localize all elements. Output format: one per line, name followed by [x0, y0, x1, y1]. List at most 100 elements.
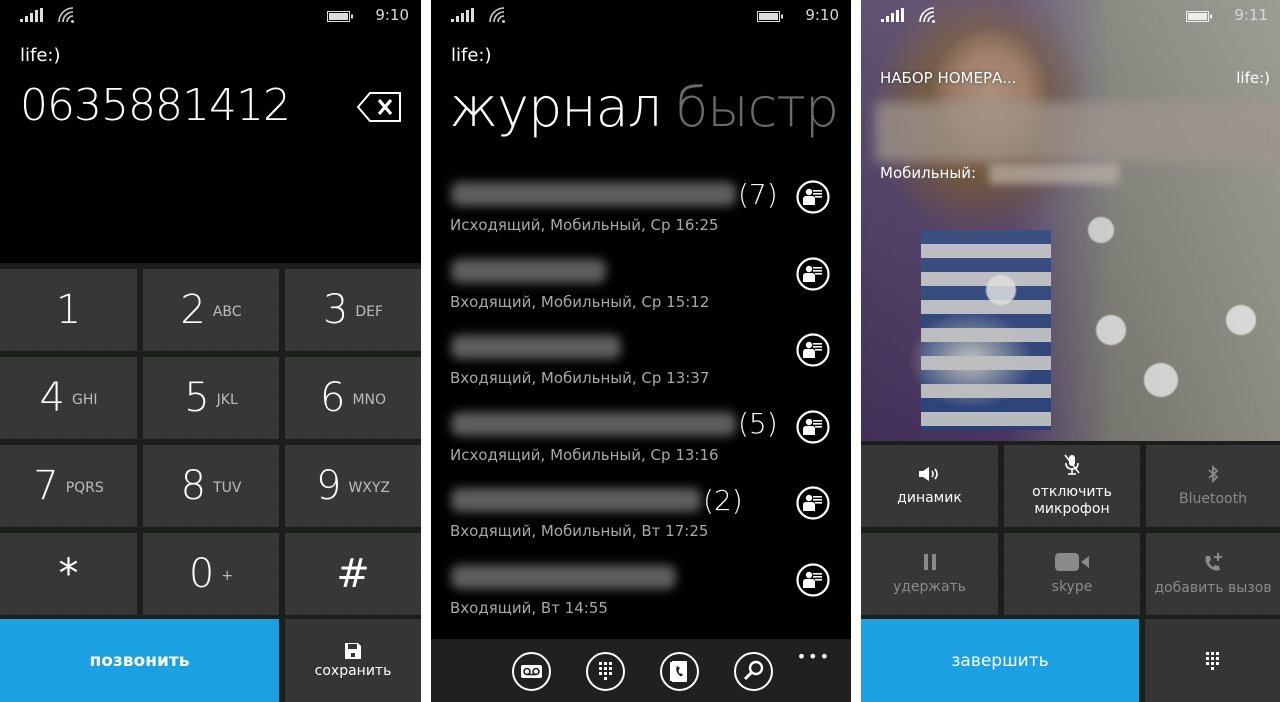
key-letters: DEF	[355, 304, 384, 320]
end-call-button[interactable]: завершить	[861, 619, 1139, 702]
key-letters: +	[221, 568, 234, 584]
save-button[interactable]: сохранить	[285, 619, 421, 702]
key-2[interactable]: 2 ABC	[143, 269, 279, 351]
call-log-entry[interactable]: (5) Исходящий, Мобильный, Ср 13:16	[431, 400, 851, 477]
blurred-name	[451, 258, 606, 283]
mute-mic-button[interactable]: отключить микрофон	[1004, 445, 1140, 527]
pause-button[interactable]: удержать	[861, 533, 998, 615]
add-call-icon	[1203, 552, 1223, 576]
call-state: НАБОР НОМЕРА...	[880, 69, 1017, 87]
backspace-icon[interactable]	[357, 92, 401, 122]
carrier-name: life:)	[451, 45, 492, 66]
speaker-button[interactable]: динамик	[861, 445, 998, 527]
call-count: (5)	[738, 407, 778, 440]
more-options-button[interactable]: •••	[797, 647, 831, 666]
call-log-entry[interactable]: (7) Исходящий, Мобильный, Ср 16:25	[431, 170, 851, 247]
speaker-icon	[918, 466, 941, 486]
video-button[interactable]: skype	[1004, 533, 1140, 615]
carrier-name: life:)	[20, 45, 61, 66]
contact-card-icon[interactable]	[796, 409, 830, 444]
call-detail: Входящий, Вт 14:55	[450, 598, 608, 617]
caller-name: (7)	[451, 178, 778, 211]
battery-icon	[327, 11, 353, 22]
battery-icon	[1186, 11, 1212, 22]
key-1[interactable]: 1	[0, 269, 137, 351]
key-digit: 6	[319, 375, 346, 421]
contact-name-blurred	[875, 102, 1280, 162]
dialed-number[interactable]: 0635881412	[20, 80, 291, 131]
blurred-name	[451, 488, 701, 512]
pause-icon	[922, 553, 938, 575]
call-log-entry[interactable]: Входящий, Мобильный, Ср 13:37	[431, 323, 851, 400]
key-6[interactable]: 6 MNO	[285, 357, 421, 439]
contact-card-icon[interactable]	[796, 486, 830, 520]
key-hash[interactable]: #	[285, 533, 421, 615]
search-icon[interactable]	[733, 651, 774, 692]
key-0[interactable]: 0 +	[143, 533, 279, 615]
signal-icon	[881, 8, 904, 22]
contact-card-icon[interactable]	[796, 562, 830, 597]
key-7[interactable]: 7 PQRS	[0, 445, 137, 527]
clock: 9:11	[1234, 6, 1268, 24]
key-digit: *	[58, 551, 79, 597]
carrier-name: life:)	[1236, 69, 1270, 87]
call-controls: завершить динамик отключить микрофон Bluet…	[861, 441, 1280, 702]
show-keypad-button[interactable]	[1145, 619, 1280, 702]
call-detail: Входящий, Мобильный, Вт 17:25	[450, 522, 709, 540]
video-icon	[1055, 552, 1089, 575]
status-bar: 9:10	[0, 0, 421, 32]
key-9[interactable]: 9 WXYZ	[285, 445, 421, 527]
contact-card-icon[interactable]	[796, 180, 830, 214]
caller-name	[451, 561, 676, 593]
blurred-name	[451, 182, 736, 206]
bluetooth-button[interactable]: Bluetooth	[1146, 445, 1280, 527]
phone-number-blurred	[989, 164, 1119, 184]
key-digit: 0	[188, 551, 215, 597]
keypad: 1 2 ABC 3 DEF 4 GHI 5 JKL 6 MNO 7 PQRS 8 TUV 9 WXYZ * 0 + # п…	[0, 263, 421, 702]
call-detail: Исходящий, Мобильный, Ср 13:16	[450, 445, 719, 464]
dialer-screen: 9:10 life:) 0635881412 1 2 ABC 3 DEF 4 GHI 5 JKL…	[0, 0, 421, 702]
key-star[interactable]: *	[0, 533, 137, 615]
key-3[interactable]: 3 DEF	[285, 269, 421, 351]
wifi-icon	[489, 7, 505, 23]
contacts-icon[interactable]	[659, 651, 700, 692]
key-4[interactable]: 4 GHI	[0, 357, 137, 439]
control-label: отключить микрофон	[1032, 484, 1112, 517]
status-bar: 9:11	[861, 0, 1280, 32]
call-log-screen: 9:10 life:) журнал быстр (7) Исходящий, Мо…	[431, 0, 851, 702]
pivot-tab-history[interactable]: журнал	[449, 76, 662, 139]
clock: 9:10	[375, 6, 409, 24]
save-icon	[345, 642, 361, 659]
phone-type-label: Мобильный:	[880, 164, 976, 182]
caller-name: (2)	[451, 483, 743, 517]
status-bar: 9:10	[431, 0, 851, 32]
signal-icon	[451, 8, 474, 22]
pivot-tab-speed-dial[interactable]: быстр	[675, 76, 839, 139]
call-log-entry[interactable]: (2) Входящий, Мобильный, Вт 17:25	[431, 476, 851, 553]
wifi-icon	[919, 7, 935, 23]
call-count: (2)	[703, 483, 743, 517]
call-log-entry[interactable]: Входящий, Вт 14:55	[431, 553, 851, 630]
key-letters: WXYZ	[348, 480, 391, 496]
call-history-list: (7) Исходящий, Мобильный, Ср 16:25 Входящи…	[431, 170, 851, 629]
contact-card-icon[interactable]	[796, 333, 830, 367]
key-8[interactable]: 8 TUV	[143, 445, 279, 527]
key-digit: 8	[180, 463, 207, 509]
key-digit: 5	[184, 375, 210, 421]
control-label: skype	[1051, 578, 1093, 595]
contact-card-icon[interactable]	[796, 256, 830, 291]
control-label: удержать	[892, 578, 967, 595]
call-detail: Входящий, Мобильный, Ср 15:12	[450, 292, 710, 311]
add-call-button[interactable]: добавить вызов	[1146, 533, 1280, 615]
call-log-entry[interactable]: Входящий, Мобильный, Ср 15:12	[431, 247, 851, 324]
voicemail-icon[interactable]	[511, 651, 552, 692]
caller-name: (5)	[451, 407, 778, 440]
key-5[interactable]: 5 JKL	[143, 357, 279, 439]
caller-name	[451, 331, 621, 363]
keypad-icon	[1205, 651, 1219, 670]
control-label: Bluetooth	[1179, 490, 1247, 507]
keypad-icon[interactable]	[585, 651, 626, 692]
clock: 9:10	[805, 6, 839, 24]
call-detail: Входящий, Мобильный, Ср 13:37	[450, 369, 710, 387]
call-button[interactable]: позвонить	[0, 619, 279, 702]
